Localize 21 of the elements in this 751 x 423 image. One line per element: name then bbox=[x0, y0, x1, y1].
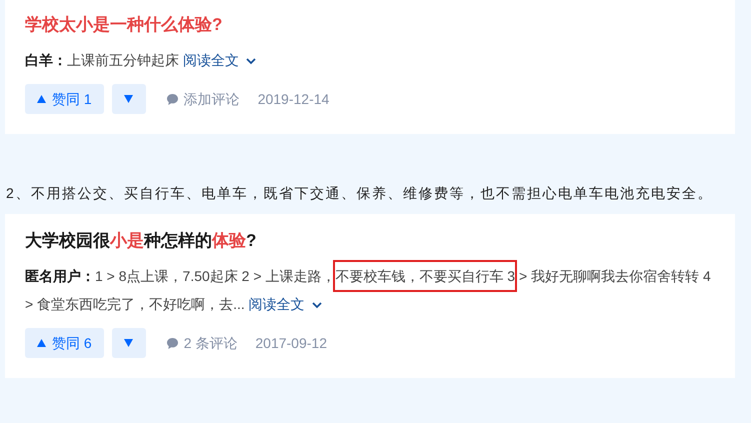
answer-date: 2017-09-12 bbox=[255, 334, 327, 352]
answer-excerpt: 白羊：上课前五分钟起床 阅读全文 bbox=[25, 46, 715, 74]
upvote-button[interactable]: 赞同 1 bbox=[25, 84, 104, 114]
body-paragraph: 2、不用搭公交、买自行车、电单车，既省下交通、保养、维修费等，也不需担心电单车电池充电安全。 bbox=[5, 184, 714, 203]
triangle-down-icon bbox=[124, 95, 134, 103]
downvote-button[interactable] bbox=[112, 84, 146, 114]
question-title[interactable]: 学校太小是一种什么体验? bbox=[25, 12, 715, 38]
speech-bubble-icon bbox=[166, 92, 179, 106]
speech-bubble-icon bbox=[166, 336, 179, 350]
comment-button[interactable]: 2 条评论 bbox=[166, 332, 238, 354]
question-title[interactable]: 大学校园很小是种怎样的体验? bbox=[25, 228, 715, 254]
read-more-link[interactable]: 阅读全文 bbox=[182, 52, 257, 68]
upvote-button[interactable]: 赞同 6 bbox=[25, 328, 104, 358]
answer-date: 2019-12-14 bbox=[258, 90, 330, 108]
read-more-link[interactable]: 阅读全文 bbox=[248, 296, 323, 312]
downvote-button[interactable] bbox=[112, 328, 146, 358]
triangle-up-icon bbox=[37, 339, 46, 347]
comment-button[interactable]: 添加评论 bbox=[166, 88, 240, 110]
triangle-up-icon bbox=[37, 95, 46, 103]
answer-excerpt: 匿名用户：1 > 8点上课，7.50起床 2 > 上课走路，不要校车钱，不要买自行车 3 > 我好无聊啊我去你宿舍转转 4 > 食堂东西吃完了，不好吃啊，去... 阅读全文 bbox=[25, 262, 715, 318]
triangle-down-icon bbox=[124, 339, 134, 347]
